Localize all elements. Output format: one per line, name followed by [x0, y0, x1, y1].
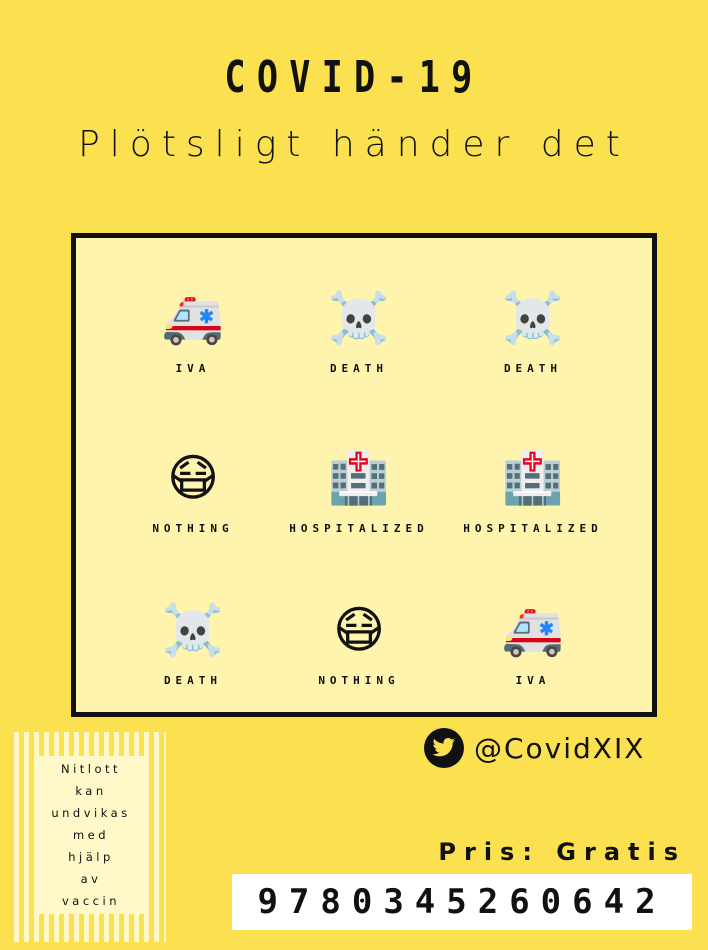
- grid-cell-label: NOTHING: [152, 522, 234, 535]
- twitter-handle[interactable]: @CovidXIX: [424, 728, 645, 768]
- skull-crossbones-icon: ☠️: [501, 289, 565, 347]
- page-subtitle: Plötsligt händer det: [78, 124, 630, 165]
- skull-crossbones-icon: ☠️: [161, 601, 225, 659]
- grid-cell[interactable]: 🏥 HOSPITALIZED: [274, 448, 444, 535]
- slogan-line: vaccin: [62, 894, 120, 908]
- grid-cell[interactable]: 😷 NOTHING: [108, 448, 278, 535]
- scratch-card-grid: 🚑 IVA ☠️ DEATH ☠️ DEATH 😷 NOTHING 🏥 HOSP…: [71, 233, 657, 717]
- slogan-line: undvikas: [51, 806, 131, 820]
- grid-cell-label: HOSPITALIZED: [289, 522, 429, 535]
- grid-cell-label: IVA: [515, 674, 551, 687]
- grid-cell[interactable]: 🚑 IVA: [108, 288, 278, 375]
- grid-cell-label: DEATH: [329, 362, 389, 375]
- twitter-handle-text: @CovidXIX: [474, 731, 646, 765]
- twitter-icon: [424, 728, 464, 768]
- medical-mask-face-icon: 😷: [166, 449, 220, 507]
- grid-cell[interactable]: 😷 NOTHING: [274, 600, 444, 687]
- medical-mask-face-icon: 😷: [332, 601, 386, 659]
- grid-cell-label: DEATH: [503, 362, 563, 375]
- hospital-icon: 🏥: [327, 449, 391, 507]
- price-label: Pris: Gratis: [438, 838, 686, 866]
- grid-cell[interactable]: 🏥 HOSPITALIZED: [448, 448, 618, 535]
- slogan-line: av: [80, 872, 102, 886]
- grid-cell-label: HOSPITALIZED: [463, 522, 603, 535]
- hospital-icon: 🏥: [501, 449, 565, 507]
- ambulance-icon: 🚑: [501, 601, 565, 659]
- grid-cell-label: IVA: [175, 362, 211, 375]
- slogan-line: med: [72, 828, 110, 842]
- vaccine-slogan: Nitlott kan undvikas med hjälp av vaccin: [36, 756, 146, 914]
- slogan-line: Nitlott: [60, 762, 122, 776]
- skull-crossbones-icon: ☠️: [327, 289, 391, 347]
- grid-cell[interactable]: ☠️ DEATH: [448, 288, 618, 375]
- grid-cell-label: NOTHING: [318, 674, 400, 687]
- slogan-line: hjälp: [68, 850, 114, 864]
- isbn-number: 9780345260642: [232, 874, 692, 930]
- grid-cell[interactable]: ☠️ DEATH: [108, 600, 278, 687]
- grid-cell[interactable]: ☠️ DEATH: [274, 288, 444, 375]
- grid-cell[interactable]: 🚑 IVA: [448, 600, 618, 687]
- grid-cell-label: DEATH: [163, 674, 223, 687]
- ambulance-icon: 🚑: [161, 289, 225, 347]
- slogan-line: kan: [75, 784, 107, 798]
- page-title: COVID-19: [224, 52, 484, 103]
